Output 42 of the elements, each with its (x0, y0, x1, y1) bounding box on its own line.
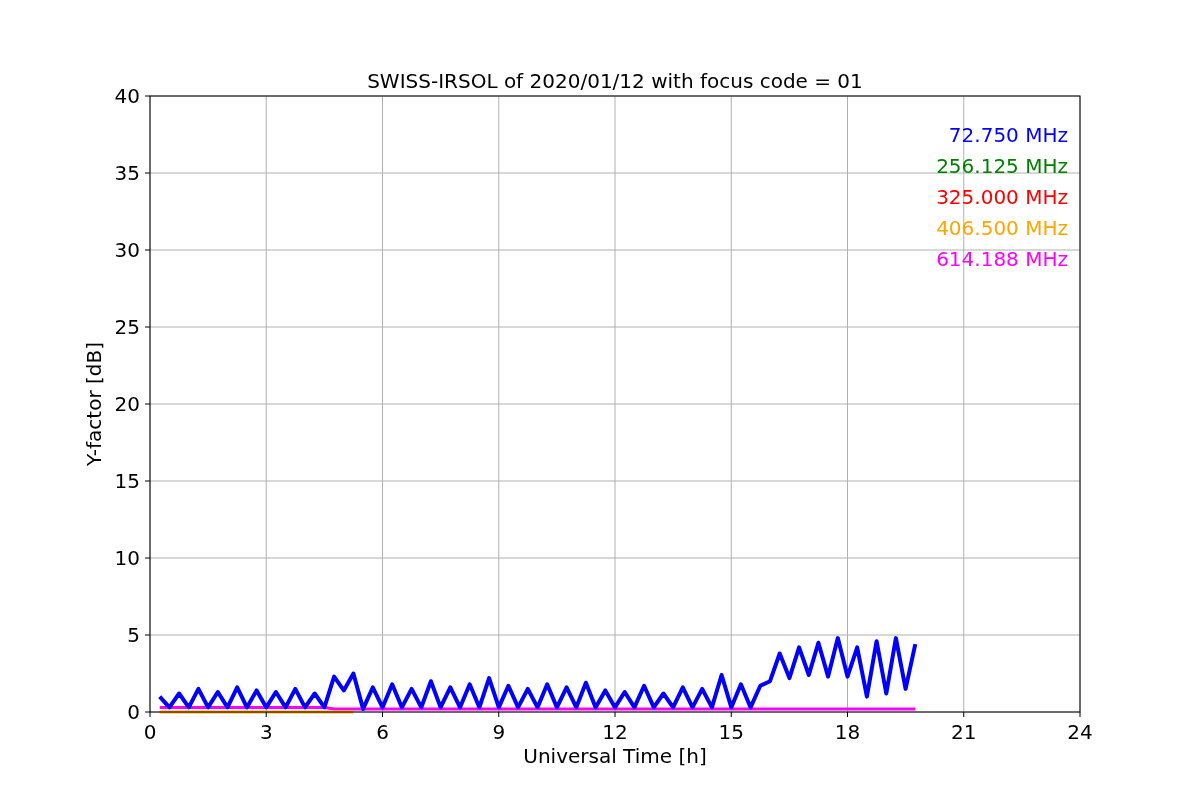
x-tick-label: 9 (492, 720, 506, 744)
tick-mark (144, 249, 151, 251)
tick-mark (144, 634, 151, 636)
x-tick-label: 21 (951, 720, 977, 744)
tick-mark (144, 557, 151, 559)
x-tick-label: 12 (602, 720, 628, 744)
y-axis-label: Y-factor [dB] (82, 342, 106, 466)
tick-mark (144, 172, 151, 174)
x-tick-label: 0 (143, 720, 157, 744)
tick-mark (614, 711, 616, 718)
legend-label: 72.750 MHz (948, 123, 1068, 147)
x-tick-label: 18 (834, 720, 861, 744)
legend-label: 325.000 MHz (936, 185, 1068, 209)
y-tick-label: 30 (114, 238, 140, 262)
x-tick-label: 3 (259, 720, 273, 744)
tick-mark (144, 403, 151, 405)
tick-mark (144, 95, 151, 97)
tick-mark (963, 711, 965, 718)
y-tick-label: 25 (114, 315, 140, 339)
legend-label: 256.125 MHz (936, 154, 1068, 178)
y-tick-label: 20 (114, 392, 140, 416)
x-tick-label: 24 (1067, 720, 1093, 744)
legend-label: 614.188 MHz (936, 247, 1068, 271)
y-tick-label: 15 (114, 469, 140, 493)
x-tick-label: 6 (376, 720, 389, 744)
y-tick-label: 5 (127, 623, 140, 647)
tick-mark (144, 326, 151, 328)
y-tick-label: 35 (114, 161, 140, 185)
tick-mark (1079, 711, 1081, 718)
tick-mark (730, 711, 732, 718)
tick-mark (144, 480, 151, 482)
tick-mark (265, 711, 267, 718)
x-axis-label: Universal Time [h] (523, 744, 707, 768)
legend-label: 406.500 MHz (936, 216, 1068, 240)
chart-title: SWISS-IRSOL of 2020/01/12 with focus code = 01 (367, 69, 863, 93)
tick-mark (498, 711, 500, 718)
tick-mark (382, 711, 383, 718)
y-tick-label: 0 (127, 700, 140, 724)
y-tick-label: 10 (114, 546, 140, 570)
y-tick-label: 40 (114, 84, 140, 108)
x-tick-label: 15 (718, 720, 744, 744)
tick-mark (847, 711, 848, 718)
